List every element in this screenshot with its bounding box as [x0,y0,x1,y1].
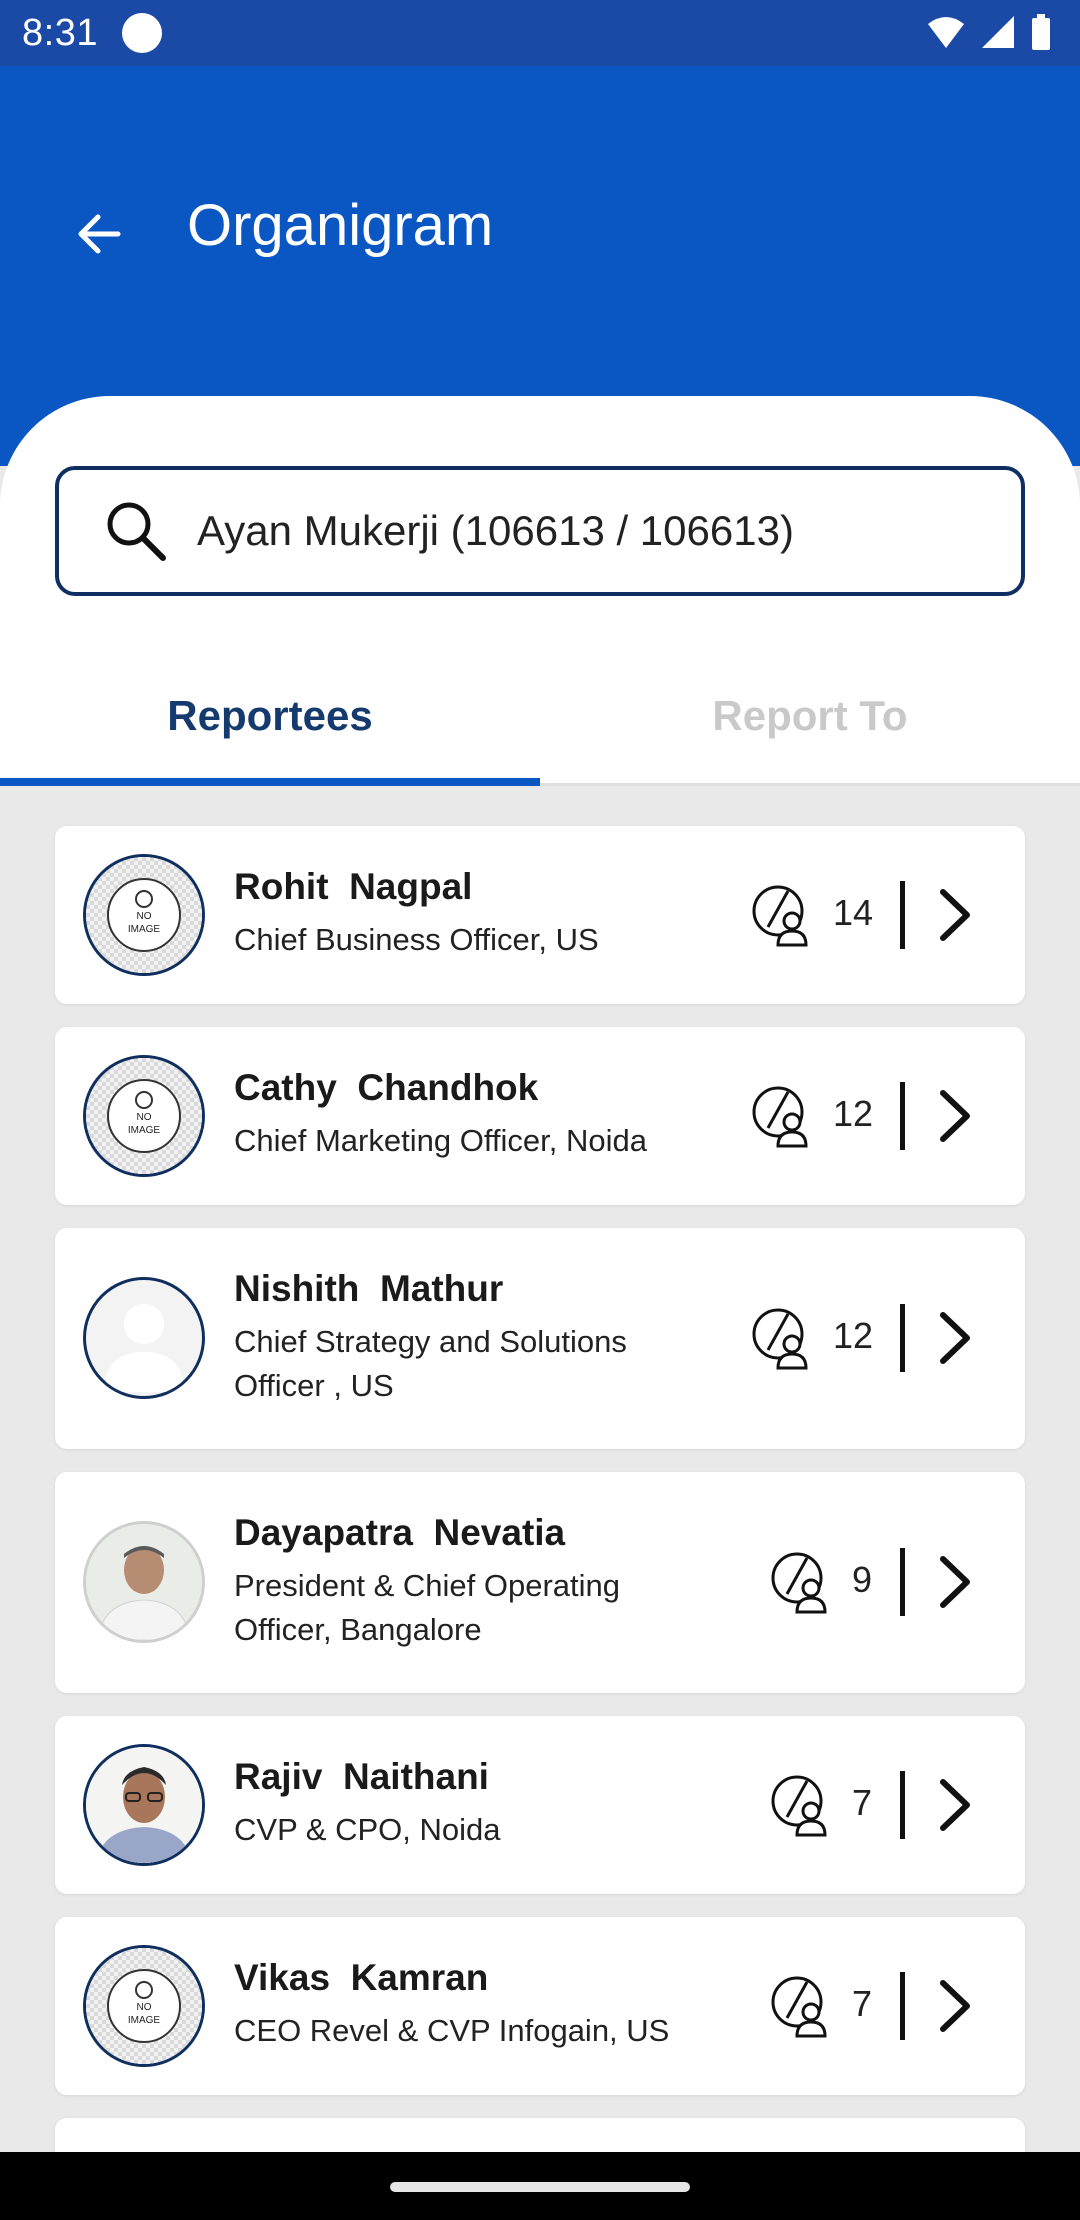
reportee-card-partial[interactable] [55,2118,1025,2152]
notification-dot-icon [121,13,162,53]
placeholder-avatar [83,1277,205,1399]
reportee-count: 12 [833,1093,874,1134]
reportee-card[interactable]: Rajiv Naithani CVP & CPO, Noida 7 [55,1716,1025,1894]
team-size-icon [752,1086,808,1148]
person-photo-icon [86,1747,202,1863]
reportee-role: President & Chief Operating Officer, Ban… [234,1568,620,1647]
team-size-icon [771,1775,827,1837]
chevron-right-icon[interactable] [925,1971,985,2041]
team-size-icon [771,1552,827,1614]
chevron-right-icon[interactable] [925,1303,985,1373]
back-button[interactable] [66,201,132,267]
status-time: 8:31 [22,11,98,54]
reportee-role: CVP & CPO, Noida [234,1812,501,1847]
team-size-icon [752,885,808,947]
divider [900,1304,905,1372]
divider [900,1972,905,2040]
reportee-count: 14 [833,892,874,933]
reportee-card[interactable]: NO IMAGE Vikas Kamran CEO Revel & CVP In… [55,1917,1025,2095]
divider [900,1771,905,1839]
page-title: Organigram [187,193,494,258]
chevron-right-icon[interactable] [925,1547,985,1617]
search-value: Ayan Mukerji (106613 / 106613) [197,507,794,554]
divider [900,1082,905,1150]
no-image-icon: NO IMAGE [86,1058,202,1174]
system-nav-bar [0,2152,1080,2220]
team-size-icon [752,1308,808,1370]
svg-text:NO: NO [137,2002,152,2013]
reportee-name: Vikas Kamran [234,1957,489,1998]
photo-avatar [83,1521,205,1643]
reportee-count: 9 [852,1559,873,1600]
divider [900,881,905,949]
divider [900,1548,905,1616]
reportee-card[interactable]: NO IMAGE Rohit Nagpal Chief Business Off… [55,826,1025,1004]
home-gesture-handle[interactable] [390,2182,690,2192]
photo-avatar [83,1744,205,1866]
team-size-icon [771,1976,827,2038]
battery-icon [1032,14,1050,50]
reportee-name: Dayapatra Nevatia [234,1512,566,1553]
no-image-icon: NO IMAGE [86,1948,202,2064]
no-image-avatar: NO IMAGE [83,1055,205,1177]
no-image-icon: NO IMAGE [86,857,202,973]
chevron-right-icon[interactable] [925,1770,985,1840]
svg-text:IMAGE: IMAGE [128,924,161,935]
no-image-avatar: NO IMAGE [83,1945,205,2067]
reportee-role: Chief Marketing Officer, Noida [234,1123,647,1158]
reportee-list: NO IMAGE Rohit Nagpal Chief Business Off… [0,786,1080,2152]
reportee-name: Rajiv Naithani [234,1756,489,1797]
reportee-card[interactable]: Dayapatra Nevatia President & Chief Oper… [55,1472,1025,1693]
svg-text:IMAGE: IMAGE [128,1125,161,1136]
reportee-card[interactable]: NO IMAGE Cathy Chandhok Chief Marketing … [55,1027,1025,1205]
reportee-name: Nishith Mathur [234,1268,504,1309]
no-image-avatar: NO IMAGE [83,854,205,976]
signal-icon [982,16,1014,48]
tab-report-to[interactable]: Report To [540,646,1080,786]
status-bar: 8:31 [0,0,1080,66]
svg-text:NO: NO [137,911,152,922]
reportee-role: Chief Strategy and Solutions Officer , U… [234,1324,627,1403]
person-placeholder-icon [104,1304,184,1392]
reportee-count: 7 [852,1782,873,1823]
tab-bar: Reportees Report To [0,646,1080,786]
tab-reportees[interactable]: Reportees [0,646,540,786]
reportee-name: Cathy Chandhok [234,1067,539,1108]
reportee-count: 7 [852,1983,873,2024]
active-tab-indicator [0,778,540,786]
svg-text:NO: NO [137,1112,152,1123]
status-icons [926,12,1052,52]
reportee-name: Rohit Nagpal [234,866,473,907]
svg-text:IMAGE: IMAGE [128,2015,161,2026]
reportee-role: Chief Business Officer, US [234,922,599,957]
reportee-card[interactable]: Nishith Mathur Chief Strategy and Soluti… [55,1228,1025,1449]
chevron-right-icon[interactable] [925,880,985,950]
reportee-role: CEO Revel & CVP Infogain, US [234,2013,670,2048]
search-icon [107,502,166,561]
person-photo-icon [86,1524,202,1640]
search-input[interactable]: Ayan Mukerji (106613 / 106613) [55,466,1025,596]
chevron-right-icon[interactable] [925,1081,985,1151]
search-sheet: Ayan Mukerji (106613 / 106613) Reportees… [0,396,1080,786]
reportee-count: 12 [833,1315,874,1356]
back-arrow-icon [78,214,121,254]
wifi-icon [928,17,964,48]
